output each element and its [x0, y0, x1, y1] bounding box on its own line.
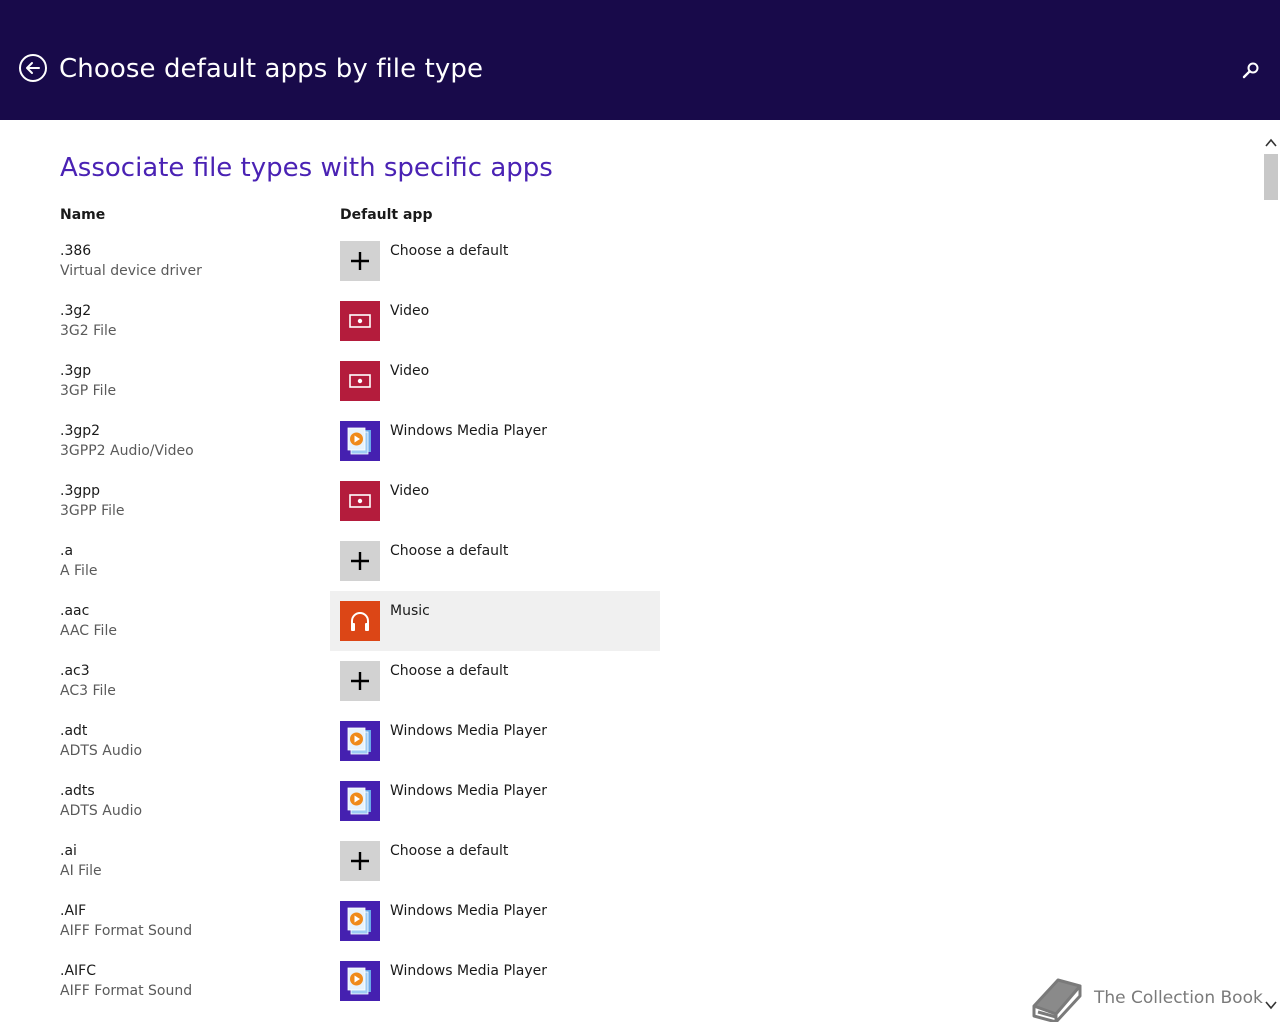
default-app-button[interactable]: Choose a default	[330, 831, 660, 891]
file-extension: .adt	[60, 723, 88, 739]
file-type-description: 3G2 File	[60, 323, 117, 339]
video-icon	[340, 481, 380, 521]
file-type-description: ADTS Audio	[60, 743, 143, 759]
default-app-label: Windows Media Player	[390, 783, 548, 799]
music-icon	[340, 601, 380, 641]
default-app-label: Choose a default	[390, 663, 509, 679]
file-type-description: AAC File	[60, 623, 117, 639]
default-app-label: Video	[390, 303, 430, 319]
default-app-button[interactable]: Choose a default	[330, 531, 660, 591]
default-app-button[interactable]: Windows Media Player	[330, 411, 660, 471]
scroll-up-button[interactable]	[1265, 134, 1277, 147]
file-type-description: AI File	[60, 863, 102, 879]
section-heading: Associate file types with specific apps	[60, 153, 553, 183]
windows-media-player-icon	[340, 421, 380, 461]
file-extension: .a	[60, 543, 74, 559]
file-type-description: 3GPP File	[60, 503, 125, 519]
file-type-description: 3GP File	[60, 383, 117, 399]
file-extension: .AIF	[60, 903, 87, 919]
watermark-text: The Collection Book	[1094, 988, 1263, 1008]
file-extension: .3gpp	[60, 483, 101, 499]
search-button[interactable]	[1241, 61, 1261, 81]
default-app-button[interactable]: Windows Media Player	[330, 891, 660, 951]
file-extension: .3gp2	[60, 423, 101, 439]
default-app-button[interactable]: Music	[330, 591, 660, 651]
windows-media-player-icon	[340, 901, 380, 941]
file-type-description: 3GPP2 Audio/Video	[60, 443, 194, 459]
default-app-label: Windows Media Player	[390, 723, 548, 739]
book-icon	[1032, 978, 1082, 1022]
column-header-default-app: Default app	[340, 207, 433, 223]
default-app-label: Music	[390, 603, 430, 619]
search-icon	[1242, 62, 1259, 79]
file-extension: .ac3	[60, 663, 90, 679]
video-icon	[340, 361, 380, 401]
file-type-description: AIFF Format Sound	[60, 923, 193, 939]
default-app-button[interactable]: Choose a default	[330, 651, 660, 711]
watermark: The Collection Book	[1028, 974, 1268, 1024]
app-header: Choose default apps by file type	[0, 0, 1280, 120]
file-type-description: AC3 File	[60, 683, 116, 699]
file-type-description: Virtual device driver	[60, 263, 202, 279]
plus-icon	[340, 541, 380, 581]
default-app-label: Windows Media Player	[390, 903, 548, 919]
default-app-button[interactable]: Video	[330, 351, 660, 411]
file-extension: .ai	[60, 843, 77, 859]
file-type-description: AIFF Format Sound	[60, 983, 193, 999]
vertical-scrollbar[interactable]	[1262, 120, 1280, 1024]
file-extension: .386	[60, 243, 92, 259]
file-type-list: .386 Virtual device driver Choose a defaul…	[0, 240, 1260, 1020]
plus-icon	[340, 241, 380, 281]
file-extension: .aac	[60, 603, 90, 619]
file-type-description: A File	[60, 563, 98, 579]
windows-media-player-icon	[340, 781, 380, 821]
plus-icon	[340, 661, 380, 701]
default-app-label: Choose a default	[390, 543, 509, 559]
file-extension: .adts	[60, 783, 95, 799]
back-button[interactable]	[19, 54, 47, 82]
default-app-button[interactable]: Choose a default	[330, 231, 660, 291]
default-app-label: Video	[390, 363, 430, 379]
chevron-up-icon	[1265, 138, 1277, 147]
default-app-button[interactable]: Windows Media Player	[330, 951, 660, 1011]
file-extension: .3g2	[60, 303, 92, 319]
default-app-button[interactable]: Windows Media Player	[330, 771, 660, 831]
default-app-label: Choose a default	[390, 843, 509, 859]
default-app-label: Video	[390, 483, 430, 499]
default-app-button[interactable]: Video	[330, 471, 660, 531]
file-extension: .AIFC	[60, 963, 96, 979]
default-app-button[interactable]: Video	[330, 291, 660, 351]
scroll-thumb[interactable]	[1264, 154, 1278, 200]
back-arrow-icon	[26, 62, 40, 74]
default-app-button[interactable]: Windows Media Player	[330, 711, 660, 771]
column-header-name: Name	[60, 207, 106, 223]
video-icon	[340, 301, 380, 341]
file-extension: .3gp	[60, 363, 92, 379]
default-app-label: Choose a default	[390, 243, 509, 259]
windows-media-player-icon	[340, 721, 380, 761]
default-app-label: Windows Media Player	[390, 963, 548, 979]
file-type-description: ADTS Audio	[60, 803, 143, 819]
plus-icon	[340, 841, 380, 881]
page-title: Choose default apps by file type	[59, 54, 484, 84]
windows-media-player-icon	[340, 961, 380, 1001]
default-app-label: Windows Media Player	[390, 423, 548, 439]
